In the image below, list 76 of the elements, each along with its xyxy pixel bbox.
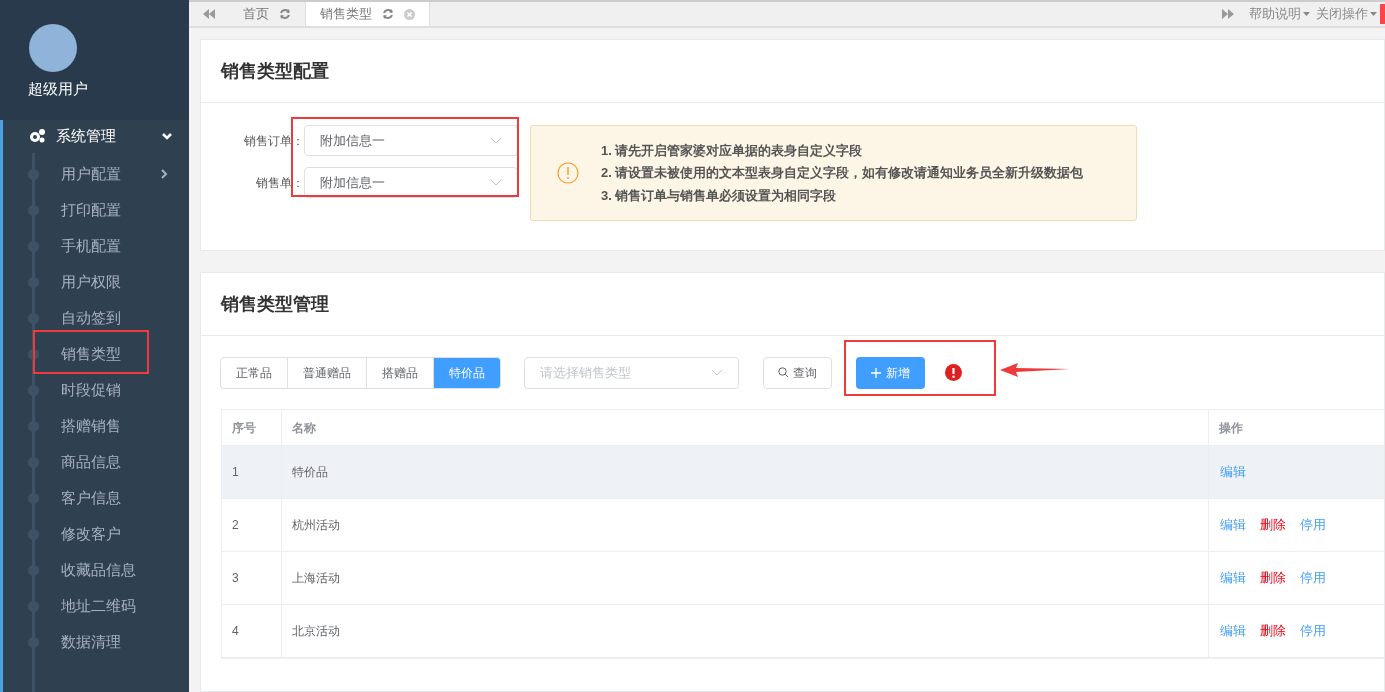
rewind-icon[interactable]	[203, 9, 215, 19]
close-icon[interactable]	[404, 8, 415, 20]
menu-item[interactable]: 商品信息	[61, 450, 169, 474]
table-cell: 杭州活动	[282, 499, 1209, 551]
caret-icon	[1370, 12, 1377, 16]
table-cell: 1	[222, 446, 282, 498]
segment-tab[interactable]: 普通赠品	[287, 356, 367, 389]
menu-item[interactable]: 地址二维码	[61, 594, 169, 618]
menu-item[interactable]: 手机配置	[61, 234, 169, 258]
notice-text: 2. 请设置未被使用的文本型表身自定义字段，如有修改请通知业务员全新升级数据包	[601, 164, 1084, 183]
menu-item[interactable]: 客户信息	[61, 486, 169, 510]
gears-icon	[28, 128, 46, 145]
alert-icon	[945, 364, 962, 381]
table-row[interactable]: 1 特价品 编辑	[222, 446, 1384, 499]
action-link[interactable]: 删除	[1260, 621, 1286, 641]
table-row[interactable]: 4 北京活动 编辑 删除 停用	[222, 605, 1384, 658]
user-name: 超级用户	[28, 79, 89, 99]
search-icon	[778, 367, 789, 378]
column-header: 名称	[282, 410, 1209, 445]
card-title: 销售类型管理	[221, 292, 329, 316]
segment-tab[interactable]: 特价品	[433, 356, 501, 389]
table-cell: 3	[222, 552, 282, 604]
forward-icon[interactable]	[1222, 9, 1234, 19]
chevron-down-icon	[490, 137, 502, 144]
action-link[interactable]: 编辑	[1220, 568, 1246, 588]
avatar	[29, 24, 77, 72]
chevron-down-icon	[490, 179, 502, 186]
action-link[interactable]: 编辑	[1220, 621, 1246, 641]
menu-item[interactable]: 自动签到	[61, 306, 169, 330]
menu-item[interactable]: 用户配置	[61, 162, 169, 186]
column-header: 序号	[222, 410, 282, 445]
chevron-down-icon	[711, 369, 723, 376]
table-cell: 特价品	[282, 446, 1209, 498]
notice-text: 1. 请先开启管家婆对应单据的表身自定义字段	[601, 141, 864, 160]
action-link[interactable]: 编辑	[1220, 462, 1246, 482]
page-tab[interactable]: 销售类型	[306, 2, 430, 26]
table-cell: 北京活动	[282, 605, 1209, 657]
table-cell: 4	[222, 605, 282, 657]
notice-text: 3. 销售订单与销售单必须设置为相同字段	[601, 186, 838, 205]
segment-tab[interactable]: 正常品	[220, 356, 288, 389]
dropdown-menu[interactable]: 关闭操作	[1313, 2, 1380, 26]
menu-item[interactable]: 用户权限	[61, 270, 169, 294]
menu-item[interactable]: 收藏品信息	[61, 558, 169, 582]
menu-item[interactable]: 搭赠销售	[61, 414, 169, 438]
menu-group-label: 系统管理	[56, 126, 117, 147]
query-button[interactable]: 查询	[763, 356, 832, 389]
menu-item[interactable]: 数据清理	[61, 630, 169, 654]
menu-item[interactable]: 销售类型	[61, 342, 169, 366]
action-link[interactable]: 停用	[1300, 621, 1326, 641]
menu-item[interactable]: 打印配置	[61, 198, 169, 222]
menu-item[interactable]: 时段促销	[61, 378, 169, 402]
table-row[interactable]: 2 杭州活动 编辑 删除 停用	[222, 499, 1384, 552]
card-title: 销售类型配置	[221, 59, 329, 83]
caret-icon	[1303, 12, 1310, 16]
table-cell: 2	[222, 499, 282, 551]
refresh-icon[interactable]	[382, 8, 394, 20]
chevron-right-icon	[159, 168, 169, 181]
plus-icon	[871, 367, 881, 378]
table-row[interactable]: 3 上海活动 编辑 删除 停用	[222, 552, 1384, 605]
action-link[interactable]: 编辑	[1220, 515, 1246, 535]
dropdown-menu[interactable]: 帮助说明	[1246, 2, 1313, 26]
action-link[interactable]: 停用	[1300, 568, 1326, 588]
edge-marker	[1380, 4, 1385, 24]
refresh-icon[interactable]	[279, 8, 291, 20]
action-link[interactable]: 删除	[1260, 515, 1286, 535]
segment-tab[interactable]: 搭赠品	[366, 356, 434, 389]
table-cell: 上海活动	[282, 552, 1209, 604]
menu-item[interactable]: 修改客户	[61, 522, 169, 546]
action-link[interactable]: 删除	[1260, 568, 1286, 588]
menu-group[interactable]: 系统管理	[0, 119, 189, 154]
action-link[interactable]: 停用	[1300, 515, 1326, 535]
field-label: 销售订单：	[243, 132, 304, 150]
column-header: 操作	[1218, 419, 1244, 437]
field-label: 销售单：	[255, 174, 304, 192]
add-button[interactable]: 新增	[856, 356, 925, 389]
warning-icon	[557, 162, 579, 184]
